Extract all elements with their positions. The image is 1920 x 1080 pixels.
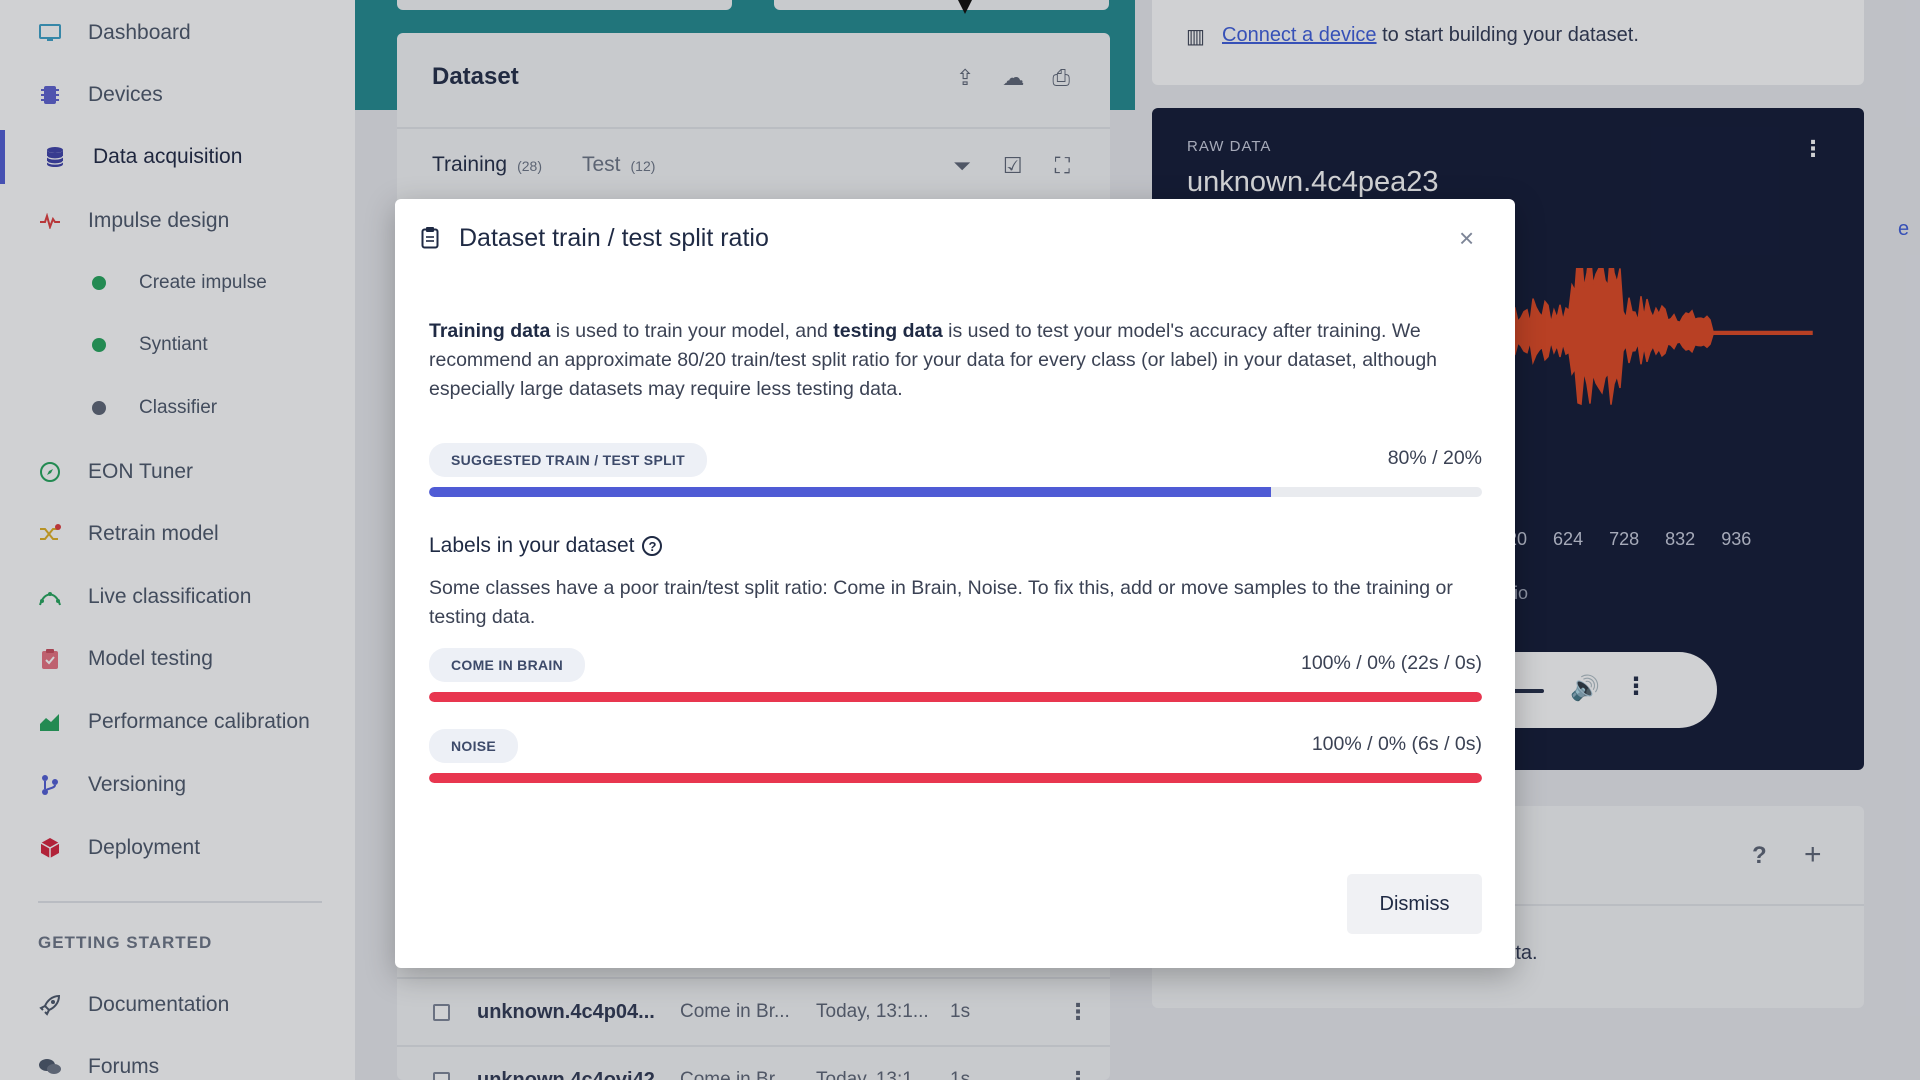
label-pill: COME IN BRAIN: [429, 648, 586, 682]
suggested-split-fill: [429, 487, 1272, 497]
suggested-split: SUGGESTED TRAIN / TEST SPLIT 80% / 20%: [429, 443, 1482, 497]
suggested-split-value: 80% / 20%: [1387, 447, 1482, 469]
label-pill: NOISE: [429, 729, 519, 763]
split-warning: Some classes have a poor train/test spli…: [429, 577, 1453, 628]
clipboard-icon: [421, 226, 439, 249]
modal-title: Dataset train / test split ratio: [459, 224, 769, 252]
label-split-come-in-brain: COME IN BRAIN 100% / 0% (22s / 0s): [429, 648, 1482, 702]
label-split-bar: [429, 692, 1482, 702]
label-split-fill: [429, 692, 1482, 702]
label-split-noise: NOISE 100% / 0% (6s / 0s): [429, 729, 1482, 783]
split-ratio-modal: Dataset train / test split ratio × Train…: [395, 199, 1515, 968]
emphasis-testing-data: testing data: [833, 320, 943, 342]
modal-description: Training data is used to train your mode…: [429, 317, 1489, 404]
description-text: is used to train your model, and: [550, 320, 834, 342]
help-icon[interactable]: ?: [642, 536, 663, 556]
close-icon[interactable]: ×: [1459, 223, 1474, 254]
label-split-fill: [429, 773, 1482, 783]
labels-section-title: Labels in your dataset ?: [429, 534, 663, 558]
suggested-split-bar: [429, 487, 1482, 497]
label-split-value: 100% / 0% (6s / 0s): [1311, 733, 1482, 755]
suggested-split-pill: SUGGESTED TRAIN / TEST SPLIT: [429, 443, 707, 477]
label-split-value: 100% / 0% (22s / 0s): [1300, 652, 1482, 674]
labels-title-text: Labels in your dataset: [429, 534, 635, 557]
emphasis-training-data: Training data: [429, 320, 551, 342]
dismiss-button[interactable]: Dismiss: [1347, 874, 1482, 934]
mouse-cursor: [958, 0, 972, 14]
label-split-bar: [429, 773, 1482, 783]
